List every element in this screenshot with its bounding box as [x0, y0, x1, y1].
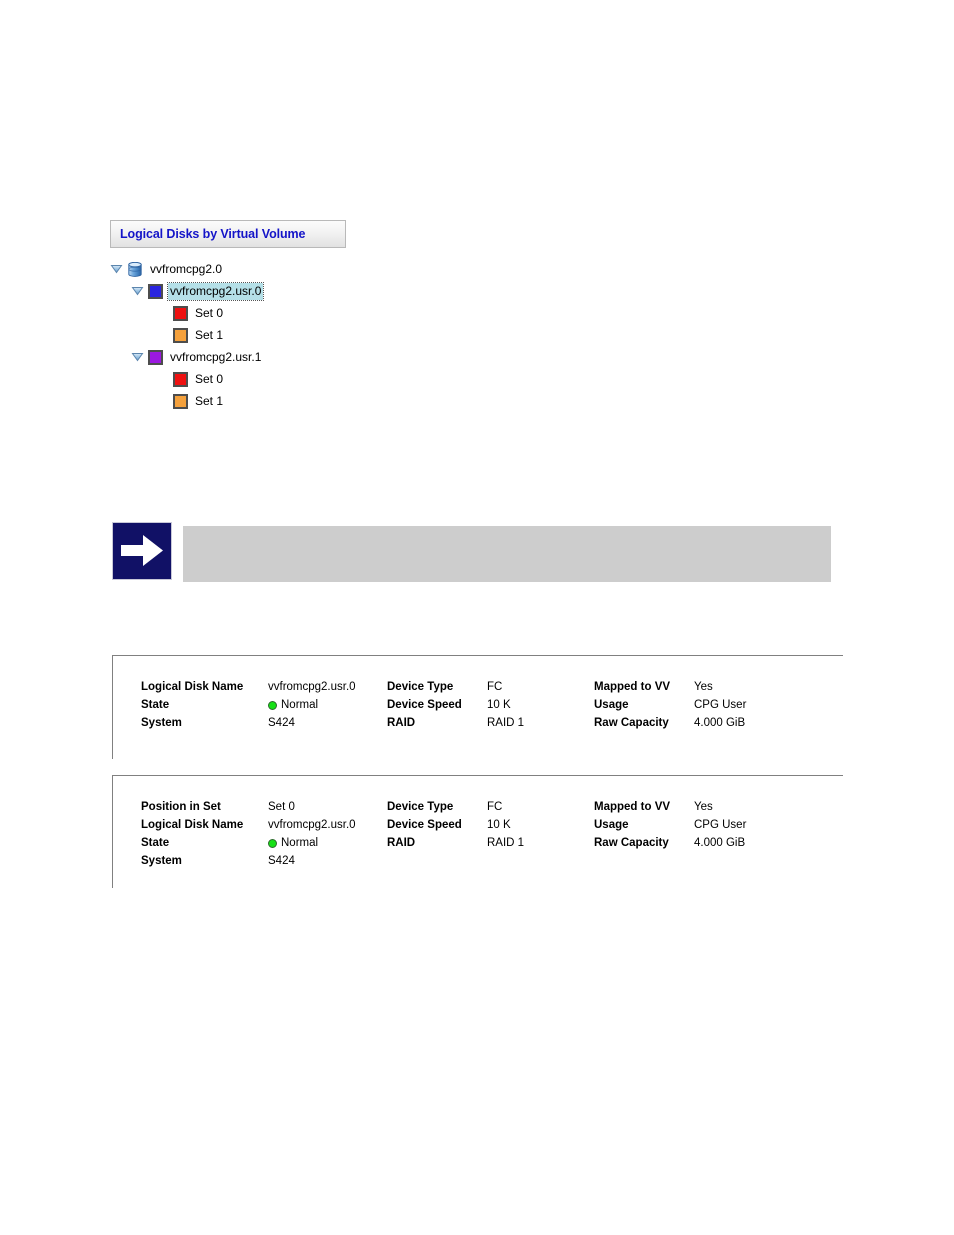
detail-label-column: Logical Disk Name State System: [141, 678, 268, 732]
detail-value-column: FC 10 K RAID 1: [487, 798, 524, 870]
detail-field-label: System: [141, 855, 182, 867]
detail-field-label: RAID: [387, 837, 416, 849]
tree-node-label[interactable]: Set 1: [193, 327, 225, 344]
orange-square-icon: [173, 327, 188, 343]
detail-label-column: Position in Set Logical Disk Name State Sys…: [141, 798, 268, 870]
tree-node-set-1[interactable]: Set 1: [110, 390, 346, 412]
red-square-icon: [173, 305, 188, 321]
detail-value-column: Yes CPG User 4.000 GiB: [694, 678, 746, 732]
detail-field-value: Normal: [268, 696, 356, 714]
detail-field-label: System: [141, 717, 182, 729]
detail-value-column: Yes CPG User 4.000 GiB: [694, 798, 746, 870]
detail-label-column: Mapped to VV Usage Raw Capacity: [594, 798, 694, 870]
detail-field-label: State: [141, 699, 170, 711]
tree-node-set-0[interactable]: Set 0: [110, 368, 346, 390]
tree-node-vvfromcpg2-usr-1[interactable]: vvfromcpg2.usr.1: [110, 346, 346, 368]
detail-field-value: S424: [268, 717, 295, 729]
status-normal-icon: [268, 838, 277, 848]
detail-column: Position in Set Logical Disk Name State Sys…: [141, 798, 387, 870]
detail-field-value: S424: [268, 855, 295, 867]
detail-label-column: Device Type Device Speed RAID: [387, 798, 487, 870]
status-badge: Normal: [281, 699, 319, 711]
detail-field-value: CPG User: [694, 819, 747, 831]
detail-column: Logical Disk Name State System vvfromcpg2.u…: [141, 678, 387, 732]
detail-field-label: Usage: [594, 819, 629, 831]
detail-field-value: Normal: [268, 834, 356, 852]
detail-label-column: Device Type Device Speed RAID: [387, 678, 487, 732]
detail-column: Device Type Device Speed RAID FC 10 K RAID 1: [387, 678, 594, 732]
detail-field-label: Device Speed: [387, 699, 462, 711]
detail-field-label: State: [141, 837, 170, 849]
detail-grid-1: Logical Disk Name State System vvfromcpg2.u…: [141, 678, 794, 732]
detail-field-label: Mapped to VV: [594, 681, 671, 693]
detail-field-value: 4.000 GiB: [694, 717, 746, 729]
tree-node-label[interactable]: Set 0: [193, 371, 225, 388]
detail-field-value: RAID 1: [487, 837, 525, 849]
detail-grid-2: Position in Set Logical Disk Name State Sys…: [141, 798, 794, 870]
volume-cylinder-icon: [127, 261, 143, 277]
detail-field-value: FC: [487, 681, 503, 693]
detail-field-label: Mapped to VV: [594, 801, 671, 813]
status-normal-icon: [268, 700, 277, 710]
detail-field-value: 10 K: [487, 699, 511, 711]
blue-square-icon: [148, 283, 163, 299]
tree-panel-header: Logical Disks by Virtual Volume: [110, 220, 346, 248]
tree-node-label[interactable]: vvfromcpg2.usr.1: [168, 349, 263, 366]
chevron-down-icon[interactable]: [110, 262, 124, 276]
detail-value-column: Set 0 vvfromcpg2.usr.0 Normal S424: [268, 798, 356, 870]
detail-field-value: 4.000 GiB: [694, 837, 746, 849]
detail-column: Mapped to VV Usage Raw Capacity Yes CPG User…: [594, 678, 794, 732]
detail-field-label: Raw Capacity: [594, 717, 669, 729]
chevron-down-icon[interactable]: [131, 284, 145, 298]
arrow-right-note-icon: [112, 522, 172, 580]
detail-column: Device Type Device Speed RAID FC 10 K RAID 1: [387, 798, 594, 870]
detail-field-value: FC: [487, 801, 503, 813]
tree-node-label[interactable]: Set 1: [193, 393, 225, 410]
note-text-area: [183, 526, 831, 582]
red-square-icon: [173, 371, 188, 387]
detail-field-value: vvfromcpg2.usr.0: [268, 819, 356, 831]
detail-field-label: Logical Disk Name: [141, 819, 244, 831]
detail-field-value: Yes: [694, 681, 713, 693]
detail-field-label: Position in Set: [141, 801, 221, 813]
tree-node-vvfromcpg2-0[interactable]: vvfromcpg2.0: [110, 258, 346, 280]
tree-node-label[interactable]: vvfromcpg2.usr.0: [166, 281, 265, 301]
detail-field-value: Set 0: [268, 801, 295, 813]
detail-value-column: FC 10 K RAID 1: [487, 678, 524, 732]
purple-square-icon: [148, 349, 163, 365]
detail-field-label: Logical Disk Name: [141, 681, 244, 693]
tree-node-set-1[interactable]: Set 1: [110, 324, 346, 346]
detail-field-value: vvfromcpg2.usr.0: [268, 681, 356, 693]
detail-field-value: RAID 1: [487, 717, 525, 729]
tree-node-vvfromcpg2-usr-0[interactable]: vvfromcpg2.usr.0: [110, 280, 346, 302]
tree-node-list[interactable]: vvfromcpg2.0 vvfromcpg2.usr.0 Set 0 Set 1 vv…: [110, 248, 346, 412]
tree-node-label[interactable]: vvfromcpg2.0: [148, 261, 224, 278]
detail-field-label: Device Speed: [387, 819, 462, 831]
detail-field-value: Yes: [694, 801, 713, 813]
detail-field-label: Usage: [594, 699, 629, 711]
chevron-down-icon[interactable]: [131, 350, 145, 364]
detail-field-label: Device Type: [387, 681, 454, 693]
detail-field-value: CPG User: [694, 699, 747, 711]
tree-panel-title: Logical Disks by Virtual Volume: [120, 227, 306, 241]
detail-field-label: RAID: [387, 717, 416, 729]
detail-field-value: 10 K: [487, 819, 511, 831]
logical-disks-tree-panel: Logical Disks by Virtual Volume vvfromcp…: [110, 220, 346, 412]
detail-label-column: Mapped to VV Usage Raw Capacity: [594, 678, 694, 732]
tree-node-label[interactable]: Set 0: [193, 305, 225, 322]
detail-field-label: Raw Capacity: [594, 837, 669, 849]
orange-square-icon: [173, 393, 188, 409]
detail-value-column: vvfromcpg2.usr.0 Normal S424: [268, 678, 356, 732]
tree-node-set-0[interactable]: Set 0: [110, 302, 346, 324]
logical-disk-detail-panel: Logical Disk Name State System vvfromcpg2.u…: [112, 655, 843, 759]
status-badge: Normal: [281, 837, 319, 849]
detail-field-label: Device Type: [387, 801, 454, 813]
set-detail-panel: Position in Set Logical Disk Name State Sys…: [112, 775, 843, 888]
detail-column: Mapped to VV Usage Raw Capacity Yes CPG User…: [594, 798, 794, 870]
